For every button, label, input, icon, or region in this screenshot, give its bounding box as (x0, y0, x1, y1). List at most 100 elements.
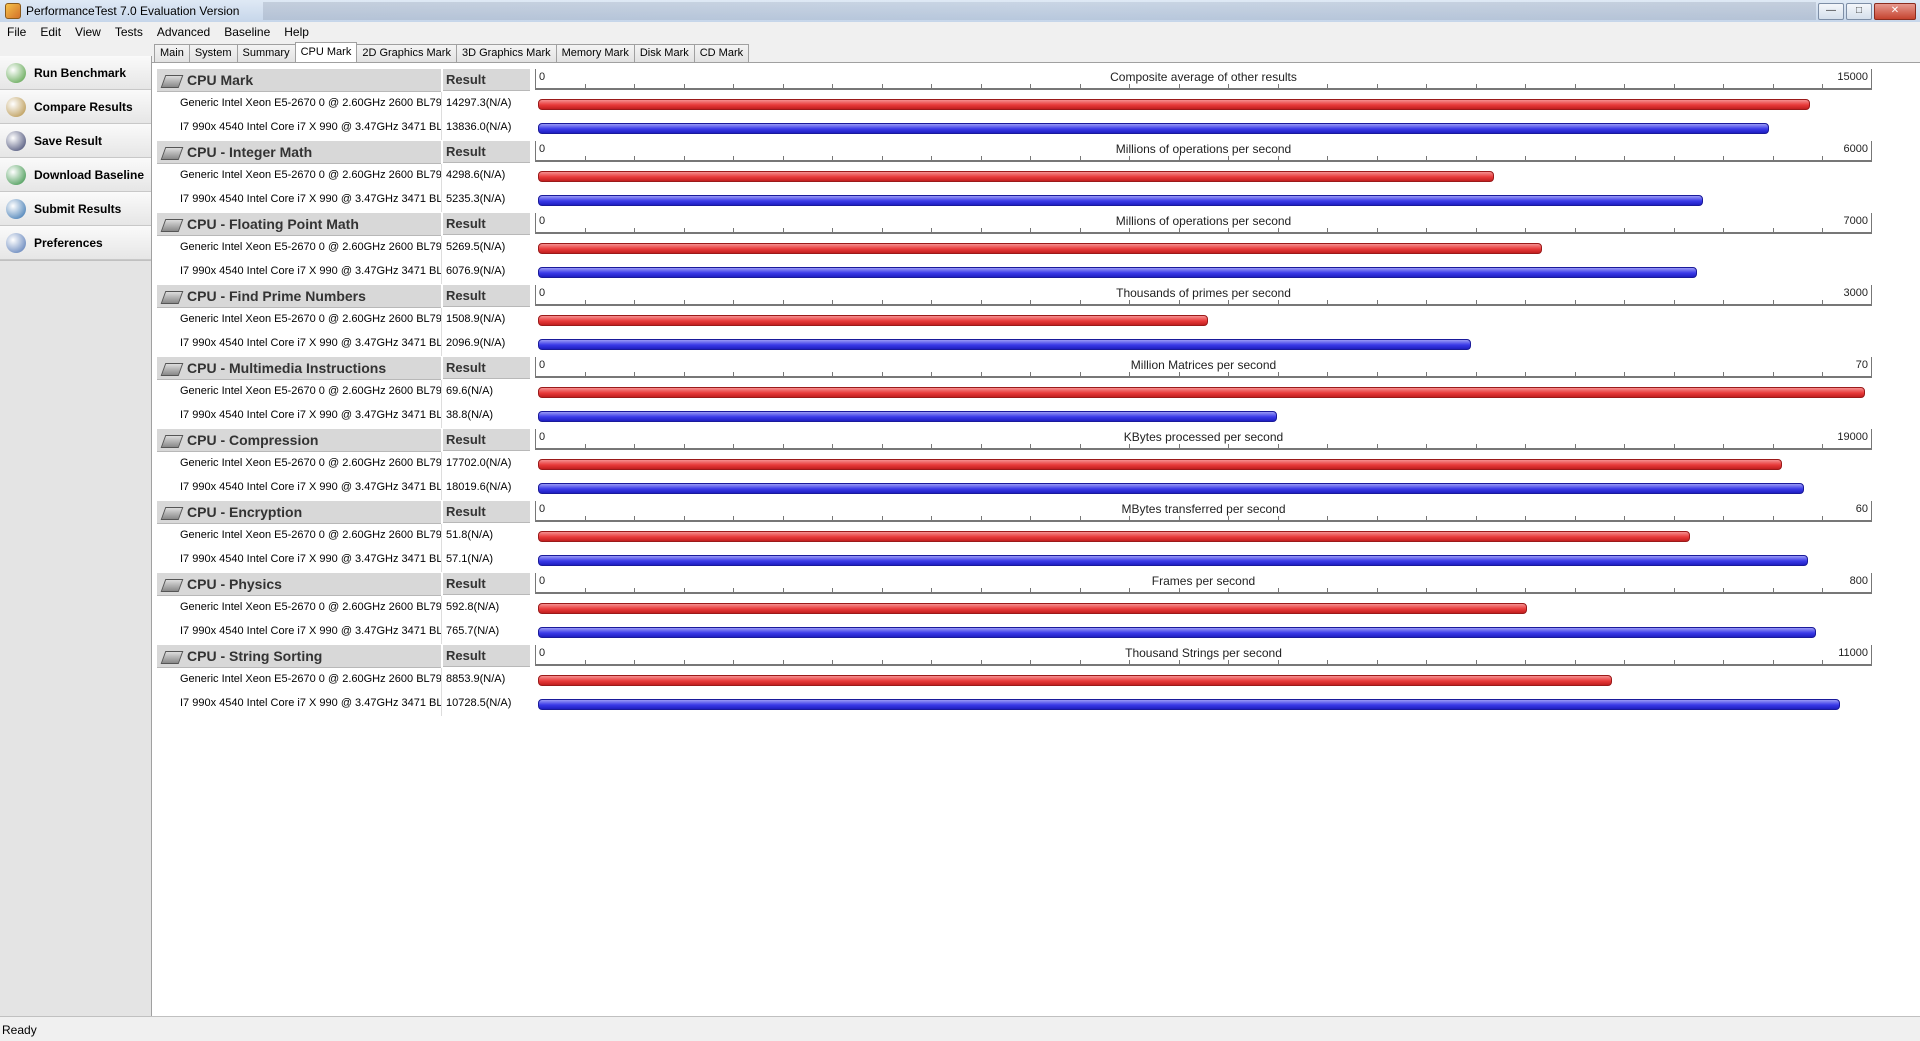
axis-unit-label: KBytes processed per second (1123, 430, 1284, 444)
tab-3d-graphics-mark[interactable]: 3D Graphics Mark (455, 44, 557, 62)
axis-tick (1129, 372, 1131, 377)
axis-tick (1426, 372, 1428, 377)
axis-tick (1772, 660, 1774, 665)
result-row[interactable]: I7 990x 4540 Intel Core i7 X 990 @ 3.47G… (157, 116, 1872, 140)
column-divider (441, 548, 442, 572)
result-column-header: Result (443, 429, 530, 451)
axis-tick (1574, 516, 1576, 521)
axis-tick (1228, 228, 1230, 233)
tab-2d-graphics-mark[interactable]: 2D Graphics Mark (356, 44, 457, 62)
submit-results-button[interactable]: Submit Results (0, 192, 151, 226)
result-row[interactable]: I7 990x 4540 Intel Core i7 X 990 @ 3.47G… (157, 260, 1872, 284)
result-row[interactable]: Generic Intel Xeon E5-2670 0 @ 2.60GHz 2… (157, 236, 1872, 260)
tab-summary[interactable]: Summary (236, 44, 296, 62)
result-row[interactable]: Generic Intel Xeon E5-2670 0 @ 2.60GHz 2… (157, 596, 1872, 620)
minimize-button[interactable]: — (1818, 2, 1844, 20)
axis-tick (1772, 84, 1774, 89)
axis-tick (584, 156, 586, 161)
section-header: CPU - Floating Point Math Result Millions … (157, 212, 1872, 236)
result-row[interactable]: Generic Intel Xeon E5-2670 0 @ 2.60GHz 2… (157, 92, 1872, 116)
section-cpu-floating-point-math: CPU - Floating Point Math Result Millions … (157, 212, 1872, 284)
section-cpu-physics: CPU - Physics Result Frames per second 0 800… (157, 572, 1872, 644)
tab-strip: Main System Summary CPU Mark 2D Graphics Mar… (154, 42, 750, 62)
result-row[interactable]: Generic Intel Xeon E5-2670 0 @ 2.60GHz 2… (157, 668, 1872, 692)
section-title-text: CPU - String Sorting (187, 648, 323, 664)
close-button[interactable]: ✕ (1874, 2, 1916, 20)
axis-tick (1525, 156, 1527, 161)
menu-advanced[interactable]: Advanced (150, 25, 217, 39)
tab-main[interactable]: Main (154, 44, 190, 62)
axis-tick (634, 516, 636, 521)
axis-tick (1822, 516, 1824, 521)
axis-tick (1327, 372, 1329, 377)
axis-tick (1723, 228, 1725, 233)
run-benchmark-icon (6, 62, 26, 83)
result-row[interactable]: Generic Intel Xeon E5-2670 0 @ 2.60GHz 2… (157, 524, 1872, 548)
axis-tick (980, 588, 982, 593)
chip-icon (160, 74, 184, 88)
menu-baseline[interactable]: Baseline (217, 25, 277, 39)
result-row[interactable]: I7 990x 4540 Intel Core i7 X 990 @ 3.47G… (157, 332, 1872, 356)
section-header: CPU - String Sorting Result Thousand Strin… (157, 644, 1872, 668)
result-row[interactable]: I7 990x 4540 Intel Core i7 X 990 @ 3.47G… (157, 692, 1872, 716)
result-row[interactable]: I7 990x 4540 Intel Core i7 X 990 @ 3.47G… (157, 476, 1872, 500)
run-benchmark-button[interactable]: Run Benchmark (0, 56, 151, 90)
axis-tick (1426, 156, 1428, 161)
result-row[interactable]: Generic Intel Xeon E5-2670 0 @ 2.60GHz 2… (157, 452, 1872, 476)
axis-tick (1327, 84, 1329, 89)
tab-memory-mark[interactable]: Memory Mark (555, 44, 635, 62)
axis-tick (1525, 84, 1527, 89)
axis-tick (733, 444, 735, 449)
menu-edit[interactable]: Edit (33, 25, 68, 39)
axis-max-label: 6000 (1843, 143, 1868, 155)
globe-download-icon (6, 164, 26, 185)
axis-unit-label: Million Matrices per second (1130, 358, 1277, 372)
tab-cd-mark[interactable]: CD Mark (693, 44, 750, 62)
axis-tick (1129, 156, 1131, 161)
result-bar-b (538, 411, 1277, 422)
result-column-header: Result (443, 213, 530, 235)
axis-tick (1673, 516, 1675, 521)
section-header: CPU - Integer Math Result Millions of oper… (157, 140, 1872, 164)
axis-tick (931, 228, 933, 233)
axis-tick (1822, 588, 1824, 593)
axis-tick (832, 444, 834, 449)
axis-tick (1574, 300, 1576, 305)
axis-tick (832, 372, 834, 377)
window-title: PerformanceTest 7.0 Evaluation Version (26, 4, 240, 18)
axis-tick (782, 516, 784, 521)
result-bar-b (538, 267, 1697, 278)
result-row[interactable]: Generic Intel Xeon E5-2670 0 @ 2.60GHz 2… (157, 164, 1872, 188)
axis-tick (782, 228, 784, 233)
axis-tick (1574, 372, 1576, 377)
axis-unit-label: Millions of operations per second (1115, 214, 1292, 228)
tab-cpu-mark[interactable]: CPU Mark (294, 42, 358, 62)
result-row[interactable]: Generic Intel Xeon E5-2670 0 @ 2.60GHz 2… (157, 380, 1872, 404)
axis-tick (881, 372, 883, 377)
result-row[interactable]: I7 990x 4540 Intel Core i7 X 990 @ 3.47G… (157, 404, 1872, 428)
axis-tick (1426, 516, 1428, 521)
result-row[interactable]: I7 990x 4540 Intel Core i7 X 990 @ 3.47G… (157, 548, 1872, 572)
axis-tick (1772, 588, 1774, 593)
save-result-button[interactable]: Save Result (0, 124, 151, 158)
maximize-button[interactable]: □ (1846, 2, 1872, 20)
menu-help[interactable]: Help (277, 25, 316, 39)
axis-tick (683, 84, 685, 89)
preferences-button[interactable]: Preferences (0, 226, 151, 260)
menu-tests[interactable]: Tests (108, 25, 150, 39)
axis-tick (1426, 84, 1428, 89)
compare-results-button[interactable]: Compare Results (0, 90, 151, 124)
result-row[interactable]: I7 990x 4540 Intel Core i7 X 990 @ 3.47G… (157, 620, 1872, 644)
axis-tick (931, 588, 933, 593)
tab-disk-mark[interactable]: Disk Mark (633, 44, 695, 62)
result-row[interactable]: Generic Intel Xeon E5-2670 0 @ 2.60GHz 2… (157, 308, 1872, 332)
tab-system[interactable]: System (188, 44, 238, 62)
menu-view[interactable]: View (68, 25, 108, 39)
axis-tick (881, 300, 883, 305)
axis-tick (782, 156, 784, 161)
result-row[interactable]: I7 990x 4540 Intel Core i7 X 990 @ 3.47G… (157, 188, 1872, 212)
axis-tick (1327, 660, 1329, 665)
menu-file[interactable]: File (0, 25, 33, 39)
axis-tick (683, 588, 685, 593)
download-baseline-button[interactable]: Download Baseline (0, 158, 151, 192)
